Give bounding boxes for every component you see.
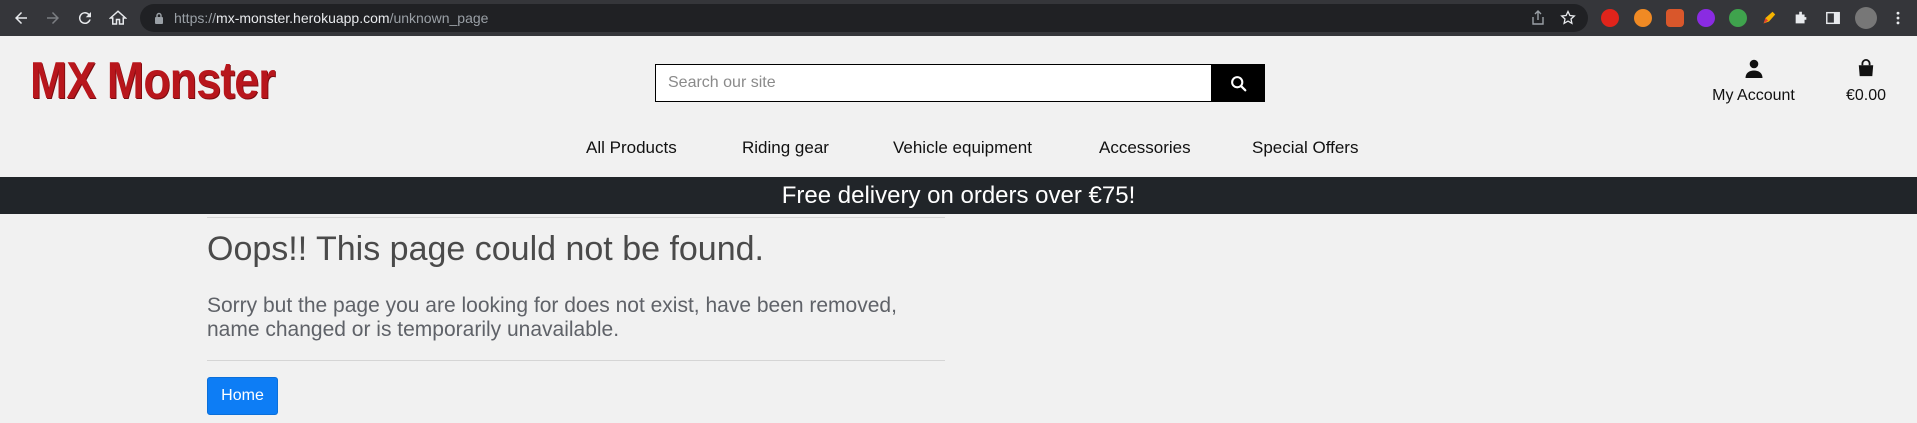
nav-accessories[interactable]: Accessories xyxy=(1099,138,1191,158)
extension-tools-icon[interactable] xyxy=(1666,9,1684,27)
home-browser-button[interactable] xyxy=(106,6,130,30)
error-message: Sorry but the page you are looking for d… xyxy=(207,294,897,341)
address-bar[interactable]: https://mx-monster.herokuapp.com/unknown… xyxy=(140,4,1588,32)
my-account-label: My Account xyxy=(1712,87,1795,104)
extensions-puzzle-icon[interactable] xyxy=(1792,9,1810,27)
extension-pencil-icon[interactable] xyxy=(1760,9,1778,27)
page-title: Oops!! This page could not be found. xyxy=(207,230,764,268)
url-scheme: https:// xyxy=(174,10,217,26)
user-icon xyxy=(1745,59,1762,78)
bag-total: €0.00 xyxy=(1845,87,1887,104)
extension-shield-icon[interactable] xyxy=(1601,9,1619,27)
site-logo[interactable]: MX Monster xyxy=(30,54,315,108)
menu-kebab-icon[interactable] xyxy=(1889,9,1907,27)
divider-top xyxy=(207,217,945,218)
shopping-bag-icon xyxy=(1858,59,1874,77)
delivery-banner: Free delivery on orders over €75! xyxy=(0,177,1917,214)
extension-green-icon[interactable] xyxy=(1729,9,1747,27)
nav-vehicle-equipment[interactable]: Vehicle equipment xyxy=(893,138,1032,158)
home-icon xyxy=(109,10,127,25)
search-button[interactable] xyxy=(1211,64,1265,102)
url-text: https://mx-monster.herokuapp.com/unknown… xyxy=(174,10,488,26)
extension-w-icon[interactable] xyxy=(1697,9,1715,27)
search-form xyxy=(655,64,1265,102)
extension-grammar-icon[interactable] xyxy=(1634,9,1652,27)
search-input[interactable] xyxy=(655,64,1211,102)
reload-icon xyxy=(78,12,91,25)
url-host: mx-monster.herokuapp.com xyxy=(216,10,390,26)
profile-avatar[interactable] xyxy=(1855,7,1877,29)
lock-icon xyxy=(155,12,163,24)
back-button[interactable] xyxy=(9,6,33,30)
home-button[interactable]: Home xyxy=(207,377,278,415)
divider-bottom xyxy=(207,360,945,361)
forward-button[interactable] xyxy=(41,6,65,30)
nav-all-products[interactable]: All Products xyxy=(586,138,677,158)
shopping-bag-link[interactable]: €0.00 xyxy=(1836,58,1896,105)
logo-text: MX Monster xyxy=(30,52,276,110)
main-navigation: All Products Riding gear Vehicle equipme… xyxy=(0,138,1917,160)
url-path: /unknown_page xyxy=(389,10,489,26)
side-panel-icon[interactable] xyxy=(1824,9,1842,27)
my-account-link[interactable]: My Account xyxy=(1700,58,1807,105)
arrow-right-icon xyxy=(47,12,59,24)
delivery-banner-text: Free delivery on orders over €75! xyxy=(781,181,1136,209)
search-icon xyxy=(1230,75,1246,91)
nav-riding-gear[interactable]: Riding gear xyxy=(742,138,829,158)
nav-special-offers[interactable]: Special Offers xyxy=(1252,138,1358,158)
arrow-left-icon xyxy=(15,12,27,24)
browser-toolbar: https://mx-monster.herokuapp.com/unknown… xyxy=(0,0,1917,36)
reload-button[interactable] xyxy=(73,6,97,30)
share-icon[interactable] xyxy=(1530,10,1546,26)
star-icon[interactable] xyxy=(1560,10,1576,26)
